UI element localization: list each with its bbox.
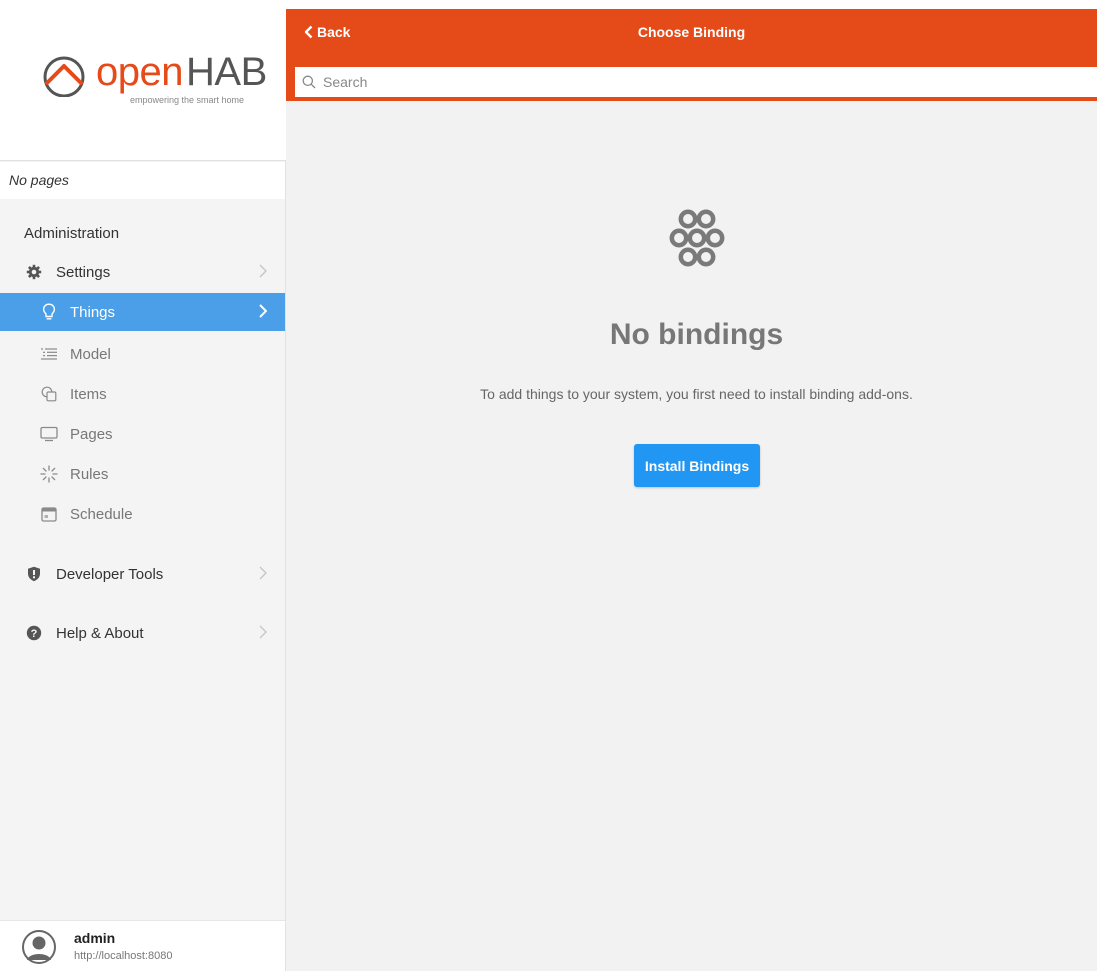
- logo-text-hab: HAB: [186, 50, 267, 94]
- chevron-right-icon: [259, 625, 267, 643]
- no-pages-text: No pages: [0, 162, 285, 199]
- sidebar-item-help-about[interactable]: ? Help & About: [0, 614, 285, 652]
- openhab-logo-icon: [43, 56, 85, 97]
- searchbar[interactable]: [295, 67, 1097, 97]
- sidebar-item-label: Things: [70, 303, 116, 321]
- sidebar-item-label: Model: [70, 345, 111, 363]
- sidebar: open HAB empowering the smart home No pa…: [0, 0, 286, 971]
- logo-tagline: empowering the smart home: [130, 95, 245, 105]
- sidebar-item-schedule[interactable]: Schedule: [0, 495, 285, 533]
- empty-state-title: No bindings: [609, 318, 784, 351]
- navbar: Back Choose Binding: [286, 9, 1097, 101]
- logo-text-open: open: [96, 50, 183, 94]
- sidebar-item-label: Help & About: [56, 624, 144, 642]
- logo[interactable]: open HAB empowering the smart home: [0, 0, 286, 161]
- sidebar-item-things[interactable]: Things: [0, 293, 285, 331]
- avatar-icon: [22, 930, 56, 964]
- lightbulb-icon: [40, 303, 58, 321]
- sparkle-icon: [40, 465, 58, 483]
- sidebar-item-label: Pages: [70, 425, 113, 443]
- rings-icon: [669, 209, 725, 267]
- search-input[interactable]: [321, 73, 1065, 91]
- chevron-right-icon: [259, 304, 268, 322]
- calendar-icon: [40, 505, 58, 523]
- sidebar-item-label: Developer Tools: [56, 565, 164, 583]
- sidebar-item-label: Items: [70, 385, 107, 403]
- sidebar-item-rules[interactable]: Rules: [0, 455, 285, 493]
- sidebar-item-items[interactable]: Items: [0, 375, 285, 413]
- list-icon: [40, 345, 58, 363]
- install-bindings-button[interactable]: Install Bindings: [634, 444, 760, 487]
- question-icon: ?: [25, 624, 43, 642]
- main-content: Back Choose Binding No bindings To add t…: [286, 0, 1097, 971]
- sidebar-item-settings[interactable]: Settings: [0, 253, 285, 291]
- empty-state-description: To add things to your system, you first …: [480, 386, 913, 402]
- administration-header: Administration: [24, 225, 120, 242]
- sidebar-item-model[interactable]: Model: [0, 335, 285, 373]
- sidebar-item-developer-tools[interactable]: Developer Tools: [0, 555, 285, 593]
- user-profile[interactable]: admin http://localhost:8080: [0, 920, 285, 971]
- search-icon: [302, 75, 316, 89]
- gear-icon: [25, 263, 43, 281]
- monitor-icon: [40, 425, 58, 443]
- svg-text:?: ?: [31, 628, 38, 640]
- sidebar-item-label: Rules: [70, 465, 109, 483]
- sidebar-item-label: Schedule: [70, 505, 133, 523]
- shield-icon: [25, 565, 43, 583]
- sidebar-item-pages[interactable]: Pages: [0, 415, 285, 453]
- items-icon: [40, 385, 58, 403]
- page-title: Choose Binding: [637, 24, 746, 40]
- chevron-right-icon: [259, 566, 267, 584]
- chevron-right-icon: [259, 264, 267, 282]
- user-name: admin: [74, 930, 116, 946]
- server-url: http://localhost:8080: [74, 950, 173, 962]
- sidebar-item-label: Settings: [56, 263, 111, 281]
